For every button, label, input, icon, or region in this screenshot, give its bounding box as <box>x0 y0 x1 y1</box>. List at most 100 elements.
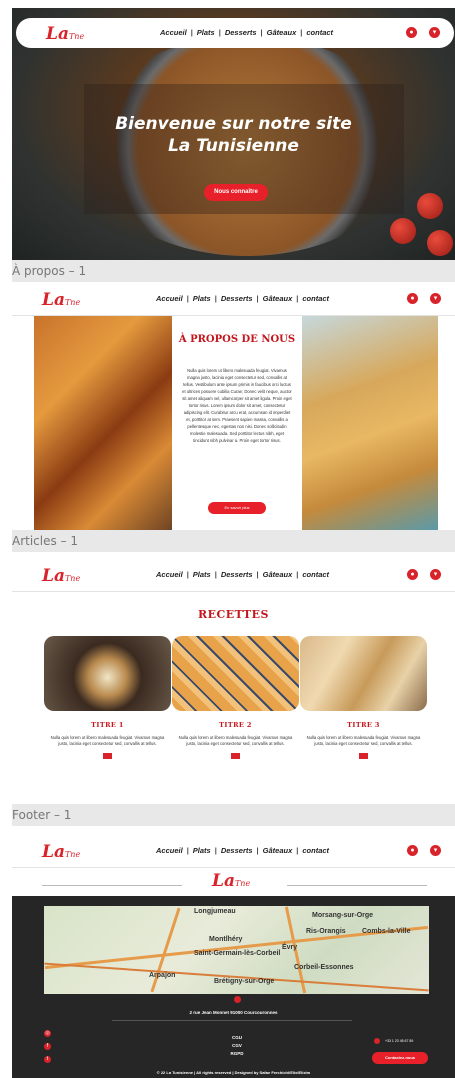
articles-navbar: LaTne Accueil | Plats | Desserts | Gâteaux |… <box>12 560 455 592</box>
nav-link-plats[interactable]: Plats <box>193 570 211 579</box>
nav-separator: | <box>260 28 263 37</box>
frame-label-footer: Footer – 1 <box>12 804 455 826</box>
nav-link-gateaux[interactable]: Gâteaux <box>263 294 293 303</box>
brand-logo[interactable]: LaTne <box>42 842 80 862</box>
tomato-decoration <box>427 230 453 256</box>
hero-title-line2: La Tunisienne <box>168 136 299 156</box>
cart-icon[interactable]: ▾ <box>430 569 441 580</box>
nav-link-contact[interactable]: contact <box>306 28 333 37</box>
nav-link-contact[interactable]: contact <box>302 846 329 855</box>
social-instagram[interactable]: ◎ <box>44 1030 51 1037</box>
contact-button[interactable]: Contactez-nous <box>372 1052 428 1064</box>
nav-link-contact[interactable]: contact <box>302 570 329 579</box>
hero-cta-button[interactable]: Nous connaître <box>204 184 268 201</box>
nav-separator: | <box>256 846 259 855</box>
recipe-description: Nulla quis lorem ut libero malesuada feu… <box>306 735 421 746</box>
location-map[interactable]: Longjumeau Morsang-sur-Orge Montlhéry Év… <box>44 906 429 994</box>
nav-link-plats[interactable]: Plats <box>197 28 215 37</box>
nav-separator: | <box>300 28 303 37</box>
legal-link-cgu[interactable]: CGU <box>222 1034 252 1042</box>
nav-separator: | <box>214 570 217 579</box>
social-facebook[interactable]: f <box>44 1043 51 1050</box>
footer-brand-logo[interactable]: LaTne <box>212 871 250 891</box>
brand-logo[interactable]: LaTne <box>42 290 80 310</box>
recipe-card[interactable]: TITRE 2 Nulla quis lorem ut libero males… <box>172 636 299 759</box>
recipe-link-icon[interactable] <box>231 753 240 759</box>
map-city-label: Ris-Orangis <box>306 928 346 935</box>
nav-link-accueil[interactable]: Accueil <box>160 28 187 37</box>
nav-separator: | <box>296 294 299 303</box>
location-pin-icon <box>234 996 241 1003</box>
footer-logo-bar: LaTne <box>12 868 455 896</box>
map-city-label: Combs-la-Ville <box>362 928 411 935</box>
nav-separator: | <box>186 294 189 303</box>
social-twitter[interactable]: t <box>44 1056 51 1063</box>
nav-separator: | <box>214 294 217 303</box>
nav-link-desserts[interactable]: Desserts <box>221 294 253 303</box>
recipes-heading: RECETTES <box>198 608 269 621</box>
nav-separator: | <box>186 570 189 579</box>
recipe-photo <box>44 636 171 711</box>
nav-link-accueil[interactable]: Accueil <box>156 846 183 855</box>
map-city-label: Brétigny-sur-Orge <box>214 978 275 985</box>
brand-logo[interactable]: LaTne <box>46 24 84 44</box>
nav-link-gateaux[interactable]: Gâteaux <box>267 28 297 37</box>
user-icon[interactable]: ● <box>407 845 418 856</box>
logo-text: La <box>42 566 65 586</box>
user-icon[interactable]: ● <box>407 293 418 304</box>
nav-icons: ● ▾ <box>407 845 441 856</box>
footer-section: Longjumeau Morsang-sur-Orge Montlhéry Év… <box>12 896 455 1078</box>
map-road <box>44 962 429 992</box>
nav-link-gateaux[interactable]: Gâteaux <box>263 570 293 579</box>
recipe-description: Nulla quis lorem ut libero malesuada feu… <box>50 735 165 746</box>
cart-icon[interactable]: ▾ <box>430 293 441 304</box>
hero-section: LaTne Accueil | Plats | Desserts | Gâteaux |… <box>12 8 455 260</box>
hero-navbar: LaTne Accueil | Plats | Desserts | Gâteaux |… <box>16 18 454 48</box>
recipe-card[interactable]: TITRE 1 Nulla quis lorem ut libero males… <box>44 636 171 759</box>
logo-suffix: Tne <box>64 574 81 583</box>
logo-suffix: Tne <box>68 32 85 41</box>
nav-separator: | <box>256 294 259 303</box>
recipe-card[interactable]: TITRE 3 Nulla quis lorem ut libero males… <box>300 636 427 759</box>
about-more-button[interactable]: En savoir plus <box>208 502 266 514</box>
about-heading: À PROPOS DE NOUS <box>178 334 296 345</box>
pastry-image-right <box>302 316 438 530</box>
footer-nav-frame: LaTne Accueil | Plats | Desserts | Gâteaux |… <box>12 836 455 868</box>
legal-link-rgpd[interactable]: RGPD <box>222 1050 252 1058</box>
phone-number[interactable]: +33 1 23 45 67 89 <box>385 1039 413 1043</box>
articles-nav-frame: LaTne Accueil | Plats | Desserts | Gâteaux |… <box>12 560 455 592</box>
recipe-title: TITRE 3 <box>347 721 380 729</box>
footer-divider-left <box>42 885 182 886</box>
nav-link-desserts[interactable]: Desserts <box>221 846 253 855</box>
legal-link-cgv[interactable]: CGV <box>222 1042 252 1050</box>
nav-link-plats[interactable]: Plats <box>193 846 211 855</box>
map-city-label: Montlhéry <box>209 936 243 943</box>
nav-link-plats[interactable]: Plats <box>193 294 211 303</box>
nav-link-desserts[interactable]: Desserts <box>225 28 257 37</box>
nav-link-contact[interactable]: contact <box>302 294 329 303</box>
about-section: À PROPOS DE NOUS Nulla quis lorem ut lib… <box>12 316 455 530</box>
user-icon[interactable]: ● <box>406 27 417 38</box>
frame-label-about: À propos – 1 <box>12 260 455 282</box>
articles-section: RECETTES TITRE 1 Nulla quis lorem ut lib… <box>12 592 455 792</box>
brand-logo[interactable]: LaTne <box>42 566 80 586</box>
facebook-icon: f <box>44 1043 51 1050</box>
pastry-image-left <box>34 316 172 530</box>
cart-icon[interactable]: ▾ <box>429 27 440 38</box>
logo-text: La <box>42 842 65 862</box>
about-paragraph: Nulla quis lorem ut libero malesuada feu… <box>182 368 292 443</box>
nav-link-desserts[interactable]: Desserts <box>221 570 253 579</box>
nav-separator: | <box>256 570 259 579</box>
map-city-label: Corbeil-Essonnes <box>294 964 354 971</box>
nav-link-gateaux[interactable]: Gâteaux <box>263 846 293 855</box>
recipe-title: TITRE 1 <box>91 721 124 729</box>
recipe-link-icon[interactable] <box>103 753 112 759</box>
recipe-link-icon[interactable] <box>359 753 368 759</box>
nav-link-accueil[interactable]: Accueil <box>156 570 183 579</box>
cart-icon[interactable]: ▾ <box>430 845 441 856</box>
logo-suffix: Tne <box>64 850 81 859</box>
nav-links: Accueil | Plats | Desserts | Gâteaux | conta… <box>156 294 329 303</box>
logo-suffix: Tne <box>64 298 81 307</box>
user-icon[interactable]: ● <box>407 569 418 580</box>
nav-link-accueil[interactable]: Accueil <box>156 294 183 303</box>
